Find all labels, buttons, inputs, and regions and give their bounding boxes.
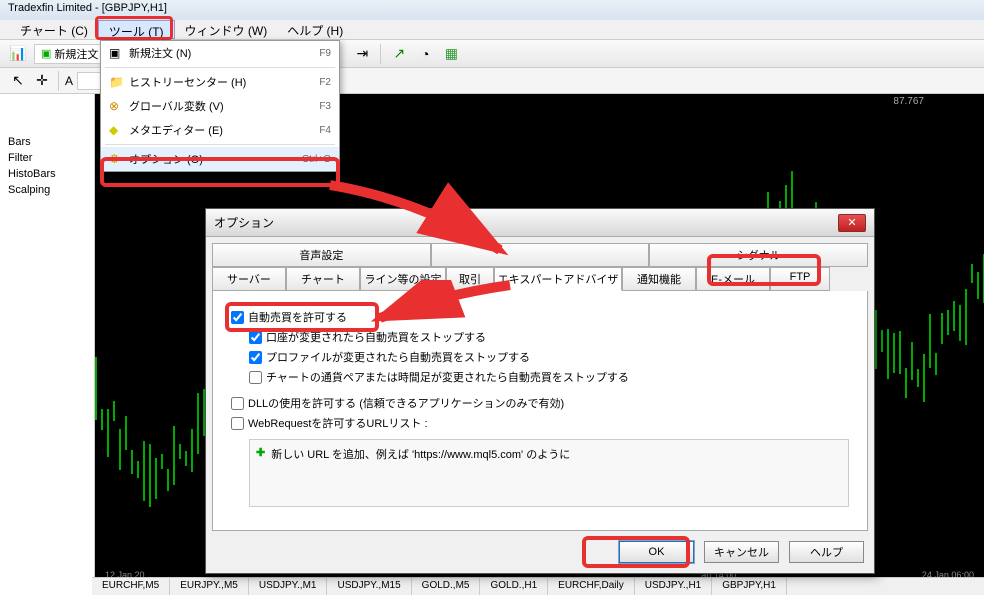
status-tab[interactable]: USDJPY.,M15	[327, 578, 411, 595]
menu-help[interactable]: ヘルプ (H)	[277, 20, 353, 39]
tab-notify[interactable]: 通知機能	[622, 267, 696, 291]
tab-community[interactable]	[431, 243, 650, 267]
new-order-button[interactable]: ▣新規注文	[34, 44, 105, 64]
ok-button[interactable]: OK	[619, 541, 694, 563]
status-tab[interactable]: USDJPY.,M1	[249, 578, 328, 595]
status-tabs: EURCHF,M5 EURJPY.,M5 USDJPY.,M1 USDJPY.,…	[92, 577, 984, 595]
menu-bar: チャート (C) ツール (T) ウィンドウ (W) ヘルプ (H)	[0, 20, 984, 40]
chk-stop-profile[interactable]	[249, 351, 262, 364]
tools-dropdown: ▣新規注文 (N)F9 📁ヒストリーセンター (H)F2 ⊗グローバル変数 (V…	[100, 40, 340, 172]
tab-signal[interactable]: シグナル	[649, 243, 868, 267]
tab-line[interactable]: ライン等の設定	[360, 267, 446, 291]
sidebar-item[interactable]: Bars	[4, 134, 90, 150]
dialog-titlebar[interactable]: オプション✕	[206, 209, 874, 237]
menu-chart[interactable]: チャート (C)	[10, 20, 98, 39]
chk-dll[interactable]	[231, 397, 244, 410]
status-tab[interactable]: GOLD.,M5	[412, 578, 481, 595]
cursor-icon[interactable]: ↖	[8, 71, 28, 91]
tab-server[interactable]: サーバー	[212, 267, 286, 291]
t2-label: A	[65, 74, 73, 88]
rate-label: 87.767	[893, 96, 924, 107]
cancel-button[interactable]: キャンセル	[704, 541, 779, 563]
chk-web[interactable]	[231, 417, 244, 430]
status-tab[interactable]: USDJPY.,H1	[635, 578, 713, 595]
status-tab[interactable]: EURJPY.,M5	[170, 578, 249, 595]
shift-icon[interactable]: ⇥	[352, 44, 372, 64]
help-button[interactable]: ヘルプ	[789, 541, 864, 563]
close-icon[interactable]: ✕	[838, 214, 866, 232]
template-icon[interactable]: ▦	[441, 44, 461, 64]
tab-ea[interactable]: エキスパートアドバイザ	[494, 267, 622, 291]
menu-global[interactable]: ⊗グローバル変数 (V)F3	[101, 94, 339, 118]
sidebar-item[interactable]: Scalping	[4, 182, 90, 198]
status-tab[interactable]: EURCHF,Daily	[548, 578, 635, 595]
menu-new-order[interactable]: ▣新規注文 (N)F9	[101, 41, 339, 65]
tab-sound[interactable]: 音声設定	[212, 243, 431, 267]
tab-ftp[interactable]: FTP	[770, 267, 830, 291]
chk-allow[interactable]	[231, 311, 244, 324]
url-list[interactable]: ✚新しい URL を追加、例えば 'https://www.mql5.com' …	[249, 439, 849, 507]
chk-stop-account[interactable]	[249, 331, 262, 344]
menu-history[interactable]: 📁ヒストリーセンター (H)F2	[101, 70, 339, 94]
menu-window[interactable]: ウィンドウ (W)	[175, 20, 278, 39]
title-bar: Tradexfin Limited - [GBPJPY,H1]	[0, 0, 984, 20]
tab-trade[interactable]: 取引	[446, 267, 494, 291]
menu-tools[interactable]: ツール (T)	[98, 20, 175, 39]
menu-meta[interactable]: ◆メタエディター (E)F4	[101, 118, 339, 142]
chart-icon[interactable]: 📊	[8, 44, 28, 64]
menu-options[interactable]: ⚙オプション (O)Ctrl+O	[101, 147, 339, 171]
status-tab[interactable]: GBPJPY,H1	[712, 578, 787, 595]
chk-stop-chart[interactable]	[249, 371, 262, 384]
status-tab[interactable]: GOLD.,H1	[480, 578, 548, 595]
tab-panel: 自動売買を許可する 口座が変更されたら自動売買をストップする プロファイルが変更…	[212, 291, 868, 531]
status-tab[interactable]: EURCHF,M5	[92, 578, 170, 595]
period-icon[interactable]: ◔	[415, 44, 435, 64]
plus-icon[interactable]: ✚	[256, 446, 265, 459]
sidebar: Bars Filter HistoBars Scalping	[0, 94, 95, 584]
tab-email[interactable]: E-メール	[696, 267, 770, 291]
options-dialog: オプション✕ 音声設定 シグナル サーバー チャート ライン等の設定 取引 エキ…	[205, 208, 875, 574]
sidebar-item[interactable]: HistoBars	[4, 166, 90, 182]
cross-icon[interactable]: ✛	[32, 71, 52, 91]
indicator-icon[interactable]: ↗	[389, 44, 409, 64]
sidebar-item[interactable]: Filter	[4, 150, 90, 166]
tab-chart[interactable]: チャート	[286, 267, 360, 291]
